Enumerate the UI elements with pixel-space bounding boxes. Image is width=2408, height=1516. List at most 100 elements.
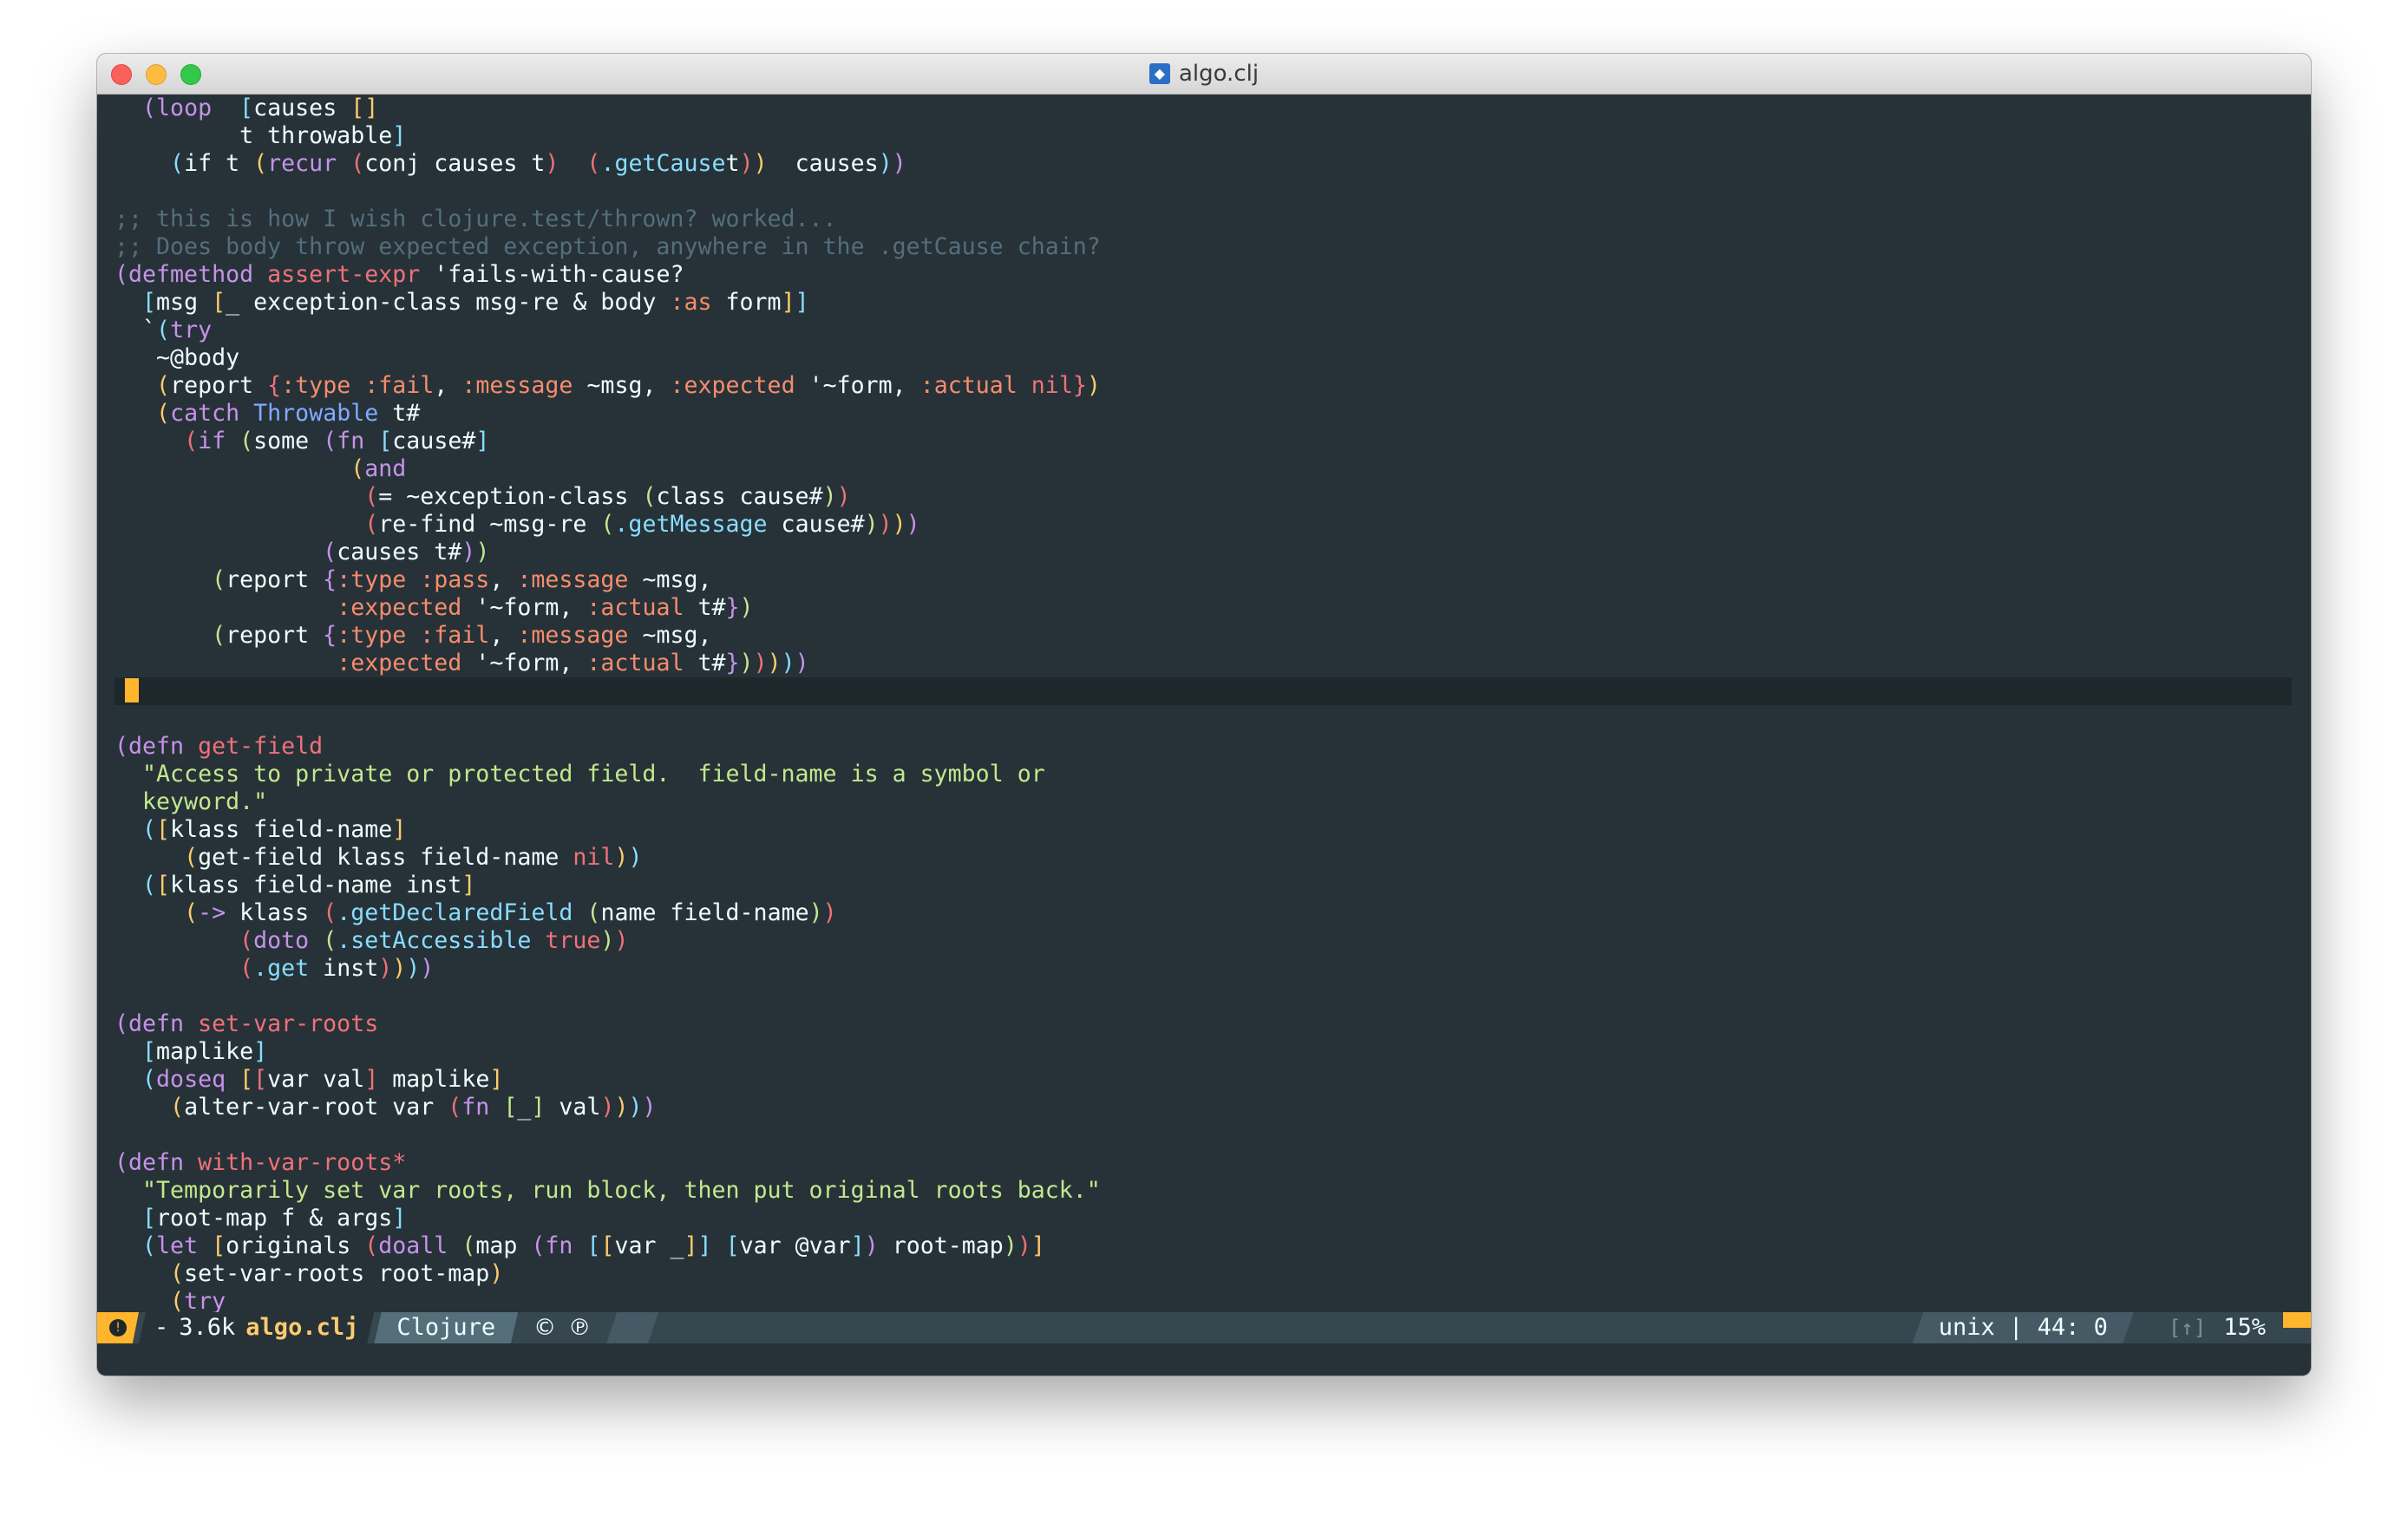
code-token: ) xyxy=(753,650,768,676)
code-token: var _ xyxy=(614,1232,684,1259)
code-token: some xyxy=(253,428,324,454)
code-line[interactable]: (.get inst)))) xyxy=(115,955,2292,983)
code-token: ] xyxy=(1031,1232,1045,1259)
editor-buffer[interactable]: (loop [causes [] t throwable] (if t (rec… xyxy=(97,95,2311,1312)
code-token: ) xyxy=(753,150,768,177)
code-line[interactable]: (try xyxy=(115,1288,2292,1312)
code-token: _ xyxy=(517,1094,532,1121)
code-line[interactable]: (doseq [[var val] maplike] xyxy=(115,1066,2292,1094)
code-token: ( xyxy=(156,372,171,399)
buffer-size: 3.6k xyxy=(179,1314,236,1341)
code-line[interactable]: (let [originals (doall (map (fn [[var _]… xyxy=(115,1232,2292,1260)
code-line[interactable]: (re-find ~msg-re (.getMessage cause#)))) xyxy=(115,511,2292,539)
code-line[interactable]: [maplike] xyxy=(115,1038,2292,1066)
code-line[interactable]: (alter-var-root var (fn [_] val)))) xyxy=(115,1094,2292,1121)
code-token: .get xyxy=(253,955,310,982)
code-line[interactable]: :expected '~form, :actual t#}))))) xyxy=(115,650,2292,677)
code-token: -> xyxy=(198,899,240,926)
code-line[interactable]: (loop [causes [] xyxy=(115,95,2292,122)
code-token: = ~exception-class xyxy=(378,483,643,510)
code-line[interactable]: (if t (recur (conj causes t) (.getCauset… xyxy=(115,150,2292,178)
buffer-name[interactable]: algo.clj xyxy=(245,1312,358,1343)
code-token: , xyxy=(434,372,462,399)
code-token: ( xyxy=(212,566,226,593)
code-token: nil xyxy=(573,844,615,871)
code-line[interactable]: (defn get-field xyxy=(115,733,2292,761)
code-token: t# xyxy=(684,650,726,676)
code-token: '~form, xyxy=(795,372,920,399)
code-line[interactable]: (defn with-var-roots* xyxy=(115,1149,2292,1177)
code-line[interactable]: (if (some (fn [cause#] xyxy=(115,428,2292,455)
code-token: '~form, xyxy=(461,650,587,676)
code-line[interactable]: (report {:type :fail, :message ~msg, :ex… xyxy=(115,372,2292,400)
code-area[interactable]: (loop [causes [] t throwable] (if t (rec… xyxy=(115,95,2292,1312)
code-line[interactable]: (get-field klass field-name nil)) xyxy=(115,844,2292,872)
mode-line-separator xyxy=(606,1312,659,1343)
code-token: if xyxy=(198,428,240,454)
code-token: defmethod xyxy=(128,261,268,288)
code-line[interactable]: [msg [_ exception-class msg-re & body :a… xyxy=(115,289,2292,317)
code-token: ) xyxy=(892,511,906,538)
code-line[interactable]: ;; this is how I wish clojure.test/throw… xyxy=(115,206,2292,233)
code-token: ( xyxy=(156,400,171,427)
code-token: ( xyxy=(448,1094,462,1121)
code-line[interactable]: "Access to private or protected field. f… xyxy=(115,761,2292,788)
code-token: ( xyxy=(184,844,199,871)
code-token: ) xyxy=(822,899,837,926)
current-line[interactable] xyxy=(115,677,2292,705)
code-line[interactable]: (report {:type :pass, :message ~msg, xyxy=(115,566,2292,594)
code-token: ( xyxy=(142,1066,157,1093)
code-token: { xyxy=(323,622,337,649)
code-line[interactable]: (and xyxy=(115,455,2292,483)
minor-modes[interactable]: © ℗ xyxy=(518,1312,607,1343)
code-line[interactable]: ;; Does body throw expected exception, a… xyxy=(115,233,2292,261)
code-line[interactable] xyxy=(115,178,2292,206)
code-line[interactable]: "Temporarily set var roots, run block, t… xyxy=(115,1177,2292,1205)
code-token: ] xyxy=(531,1094,546,1121)
code-line[interactable]: ([klass field-name inst] xyxy=(115,872,2292,899)
code-line[interactable] xyxy=(115,983,2292,1010)
code-token: causes xyxy=(767,150,879,177)
code-line[interactable]: keyword." xyxy=(115,788,2292,816)
code-token: ( xyxy=(364,1232,379,1259)
code-token: true xyxy=(545,927,601,954)
code-line[interactable]: (catch Throwable t# xyxy=(115,400,2292,428)
code-token: ) xyxy=(739,594,754,621)
code-token: [ xyxy=(212,1232,226,1259)
major-mode[interactable]: Clojure xyxy=(374,1312,519,1343)
code-line[interactable]: (causes t#)) xyxy=(115,539,2292,566)
code-line[interactable]: ~@body xyxy=(115,344,2292,372)
code-token: ) xyxy=(836,483,851,510)
code-token: ( xyxy=(323,927,337,954)
code-line[interactable]: `(try xyxy=(115,317,2292,344)
code-token: ( xyxy=(350,150,365,177)
code-token: ) xyxy=(600,1094,615,1121)
code-line[interactable]: t throwable] xyxy=(115,122,2292,150)
code-line[interactable]: (-> klass (.getDeclaredField (name field… xyxy=(115,899,2292,927)
code-token: ( xyxy=(170,150,185,177)
code-line[interactable]: (= ~exception-class (class cause#)) xyxy=(115,483,2292,511)
code-token: ( xyxy=(531,1232,546,1259)
code-line[interactable]: (defmethod assert-expr 'fails-with-cause… xyxy=(115,261,2292,289)
code-line[interactable] xyxy=(115,705,2292,733)
code-line[interactable]: (doto (.setAccessible true)) xyxy=(115,927,2292,955)
code-line[interactable]: [root-map f & args] xyxy=(115,1205,2292,1232)
code-line[interactable]: (defn set-var-roots xyxy=(115,1010,2292,1038)
code-token: class cause# xyxy=(656,483,823,510)
code-line[interactable]: (set-var-roots root-map) xyxy=(115,1260,2292,1288)
major-mode-label: Clojure xyxy=(396,1314,496,1341)
code-line[interactable] xyxy=(115,1121,2292,1149)
code-token: [ xyxy=(239,1066,254,1093)
mode-line-right: unix | 44: 0 [↑] 15% xyxy=(1912,1312,2311,1343)
code-token: report xyxy=(226,566,324,593)
code-line[interactable]: ([klass field-name] xyxy=(115,816,2292,844)
code-token: ) xyxy=(628,1094,643,1121)
code-token: Throwable xyxy=(253,400,379,427)
code-line[interactable]: :expected '~form, :actual t#}) xyxy=(115,594,2292,622)
code-line[interactable]: (report {:type :fail, :message ~msg, xyxy=(115,622,2292,650)
